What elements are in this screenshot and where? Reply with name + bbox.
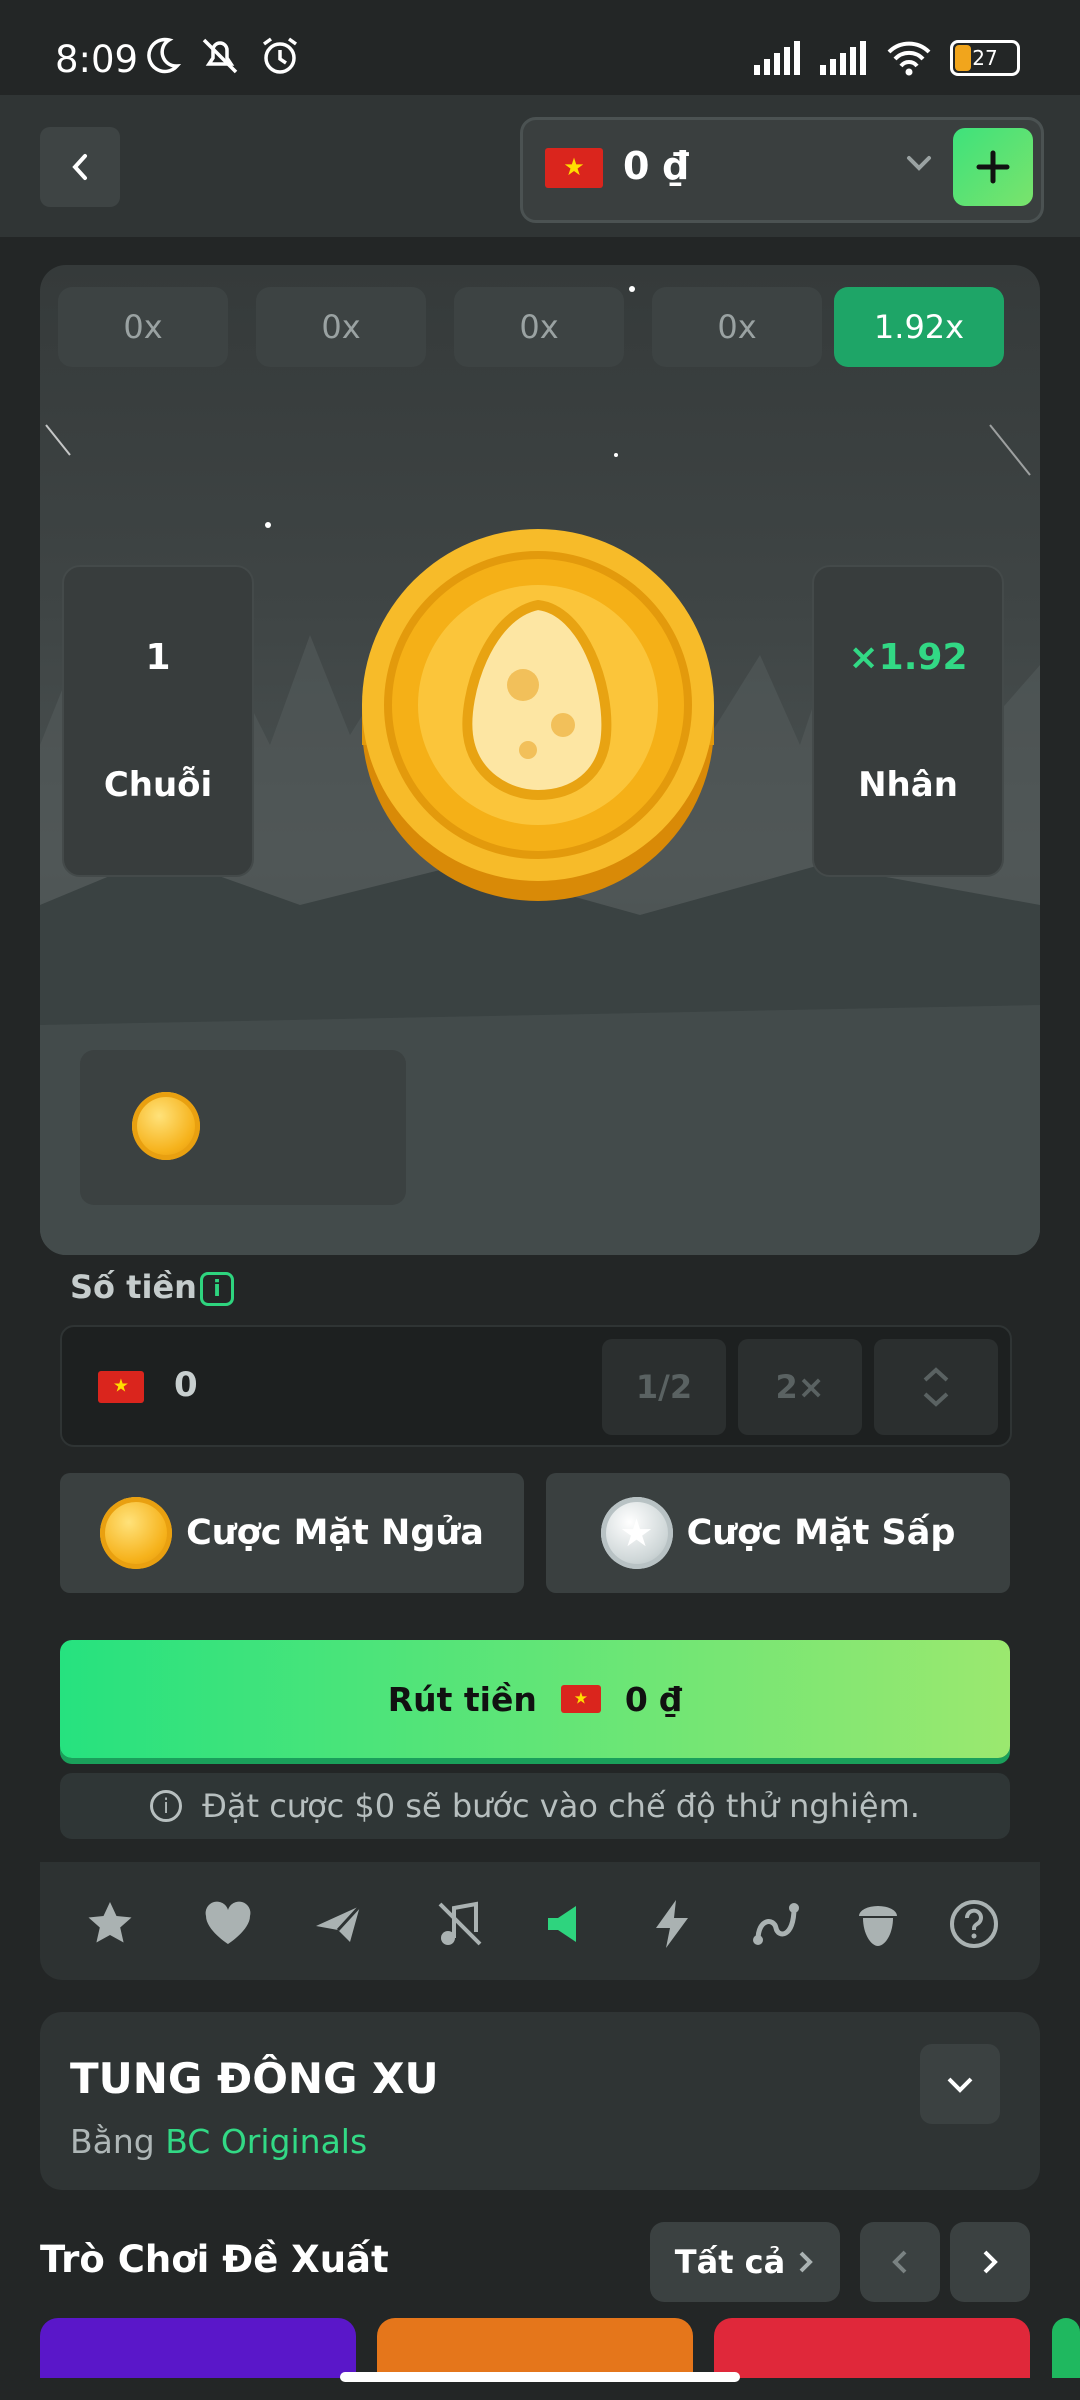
history-item: 0x (652, 287, 822, 367)
game-thumbnail[interactable] (377, 2318, 693, 2378)
streak-label: Chuỗi (103, 765, 213, 805)
streak-card: 1 Chuỗi (62, 565, 254, 877)
history-item: 0x (256, 287, 426, 367)
view-all-label: Tất cả (674, 2243, 786, 2281)
multiplier-value: ×1.92 (848, 637, 968, 678)
vietnam-flag-icon (545, 148, 603, 188)
demo-notice-text: Đặt cược $0 sẽ bước vào chế độ thử nghiệ… (202, 1787, 920, 1825)
game-thumbnail[interactable] (1052, 2318, 1080, 2378)
half-button[interactable]: 1/2 (602, 1339, 726, 1435)
chevron-down-icon[interactable] (903, 144, 935, 184)
bet-amount-value[interactable]: 0 (174, 1365, 198, 1405)
status-left-icons (145, 36, 301, 76)
recommended-title: Trò Chơi Đề Xuất (40, 2238, 389, 2281)
bet-tails-button[interactable]: ★ Cược Mặt Sấp (546, 1473, 1010, 1593)
game-provider: Bằng BC Originals (70, 2122, 367, 2161)
game-thumbnail[interactable] (40, 2318, 356, 2378)
music-off-icon[interactable] (432, 1896, 488, 1952)
game-area: 0x 0x 0x 0x 1.92x 1 Chuỗi ×1.92 Nhân (40, 265, 1040, 1255)
home-indicator[interactable] (340, 2372, 740, 2382)
wifi-icon (887, 41, 931, 76)
wallet-selector[interactable]: 0 ₫ (520, 117, 1044, 223)
bell-off-icon (202, 38, 238, 74)
status-right-icons: 27 (754, 40, 1020, 76)
double-button[interactable]: 2× (738, 1339, 862, 1435)
cashout-amount: 0 ₫ (624, 1679, 683, 1719)
prev-button[interactable] (860, 2222, 940, 2302)
game-thumbnail[interactable] (714, 2318, 1030, 2378)
history-item-active: 1.92x (834, 287, 1004, 367)
chevron-left-icon (72, 154, 87, 180)
vietnam-flag-icon (98, 1371, 144, 1403)
info-icon: i (150, 1790, 183, 1822)
share-icon[interactable] (310, 1896, 366, 1952)
alarm-icon (262, 37, 298, 74)
plus-icon (976, 150, 1010, 184)
amount-stepper[interactable] (874, 1339, 998, 1435)
acorn-icon[interactable] (850, 1896, 906, 1952)
bet-heads-button[interactable]: Cược Mặt Ngửa (60, 1473, 524, 1593)
signal-icon (754, 41, 800, 75)
multiplier-card: ×1.92 Nhân (812, 565, 1004, 877)
view-all-button[interactable]: Tất cả (650, 2222, 840, 2302)
game-info-panel: TUNG ĐÔNG XU Bằng BC Originals (40, 2012, 1040, 2190)
expand-button[interactable] (920, 2044, 1000, 2124)
curve-icon[interactable] (748, 1896, 804, 1952)
multiplier-label: Nhân (858, 765, 958, 805)
chevron-down-icon[interactable] (921, 1390, 951, 1408)
bet-amount-field[interactable]: 0 1/2 2× (60, 1325, 1012, 1447)
bet-tails-label: Cược Mặt Sấp (686, 1513, 956, 1553)
info-icon[interactable]: i (200, 1272, 234, 1306)
streak-value: 1 (145, 637, 171, 678)
history-item: 0x (454, 287, 624, 367)
amount-label: Số tiền (70, 1268, 197, 1306)
battery-level: 27 (972, 46, 998, 70)
cashout-label: Rút tiền (387, 1679, 537, 1719)
game-title: TUNG ĐÔNG XU (70, 2054, 439, 2103)
sound-icon[interactable] (540, 1896, 596, 1952)
star-icon[interactable] (82, 1896, 138, 1952)
game-toolbar (40, 1862, 1040, 1980)
coin-result-card (80, 1050, 406, 1205)
provider-prefix: Bằng (70, 2122, 155, 2161)
chevron-right-icon (799, 2251, 814, 2273)
lightning-icon[interactable] (644, 1896, 700, 1952)
help-icon[interactable] (946, 1896, 1002, 1952)
heart-icon[interactable] (200, 1896, 256, 1952)
coin-icon (362, 529, 714, 901)
chevron-up-icon[interactable] (921, 1366, 951, 1384)
next-button[interactable] (950, 2222, 1030, 2302)
silver-coin-icon: ★ (600, 1497, 673, 1569)
moon-icon (147, 37, 181, 74)
demo-notice: i Đặt cược $0 sẽ bước vào chế độ thử ngh… (60, 1773, 1010, 1839)
status-time: 8:09 (55, 38, 139, 81)
chevron-right-icon (983, 2250, 998, 2274)
cashout-button[interactable]: Rút tiền 0 ₫ (60, 1640, 1010, 1758)
gold-coin-icon (100, 1497, 173, 1569)
vietnam-flag-icon (560, 1685, 601, 1713)
chevron-left-icon (892, 2250, 907, 2274)
chevron-down-icon (947, 2077, 973, 2093)
signal-icon (820, 41, 866, 75)
history-item: 0x (58, 287, 228, 367)
deposit-button[interactable] (953, 128, 1033, 206)
bet-heads-label: Cược Mặt Ngửa (186, 1513, 484, 1553)
coin-icon (132, 1092, 200, 1160)
provider-link[interactable]: BC Originals (165, 2122, 367, 2161)
back-button[interactable] (40, 127, 120, 207)
wallet-balance: 0 ₫ (623, 144, 690, 188)
battery-icon: 27 (950, 40, 1020, 76)
